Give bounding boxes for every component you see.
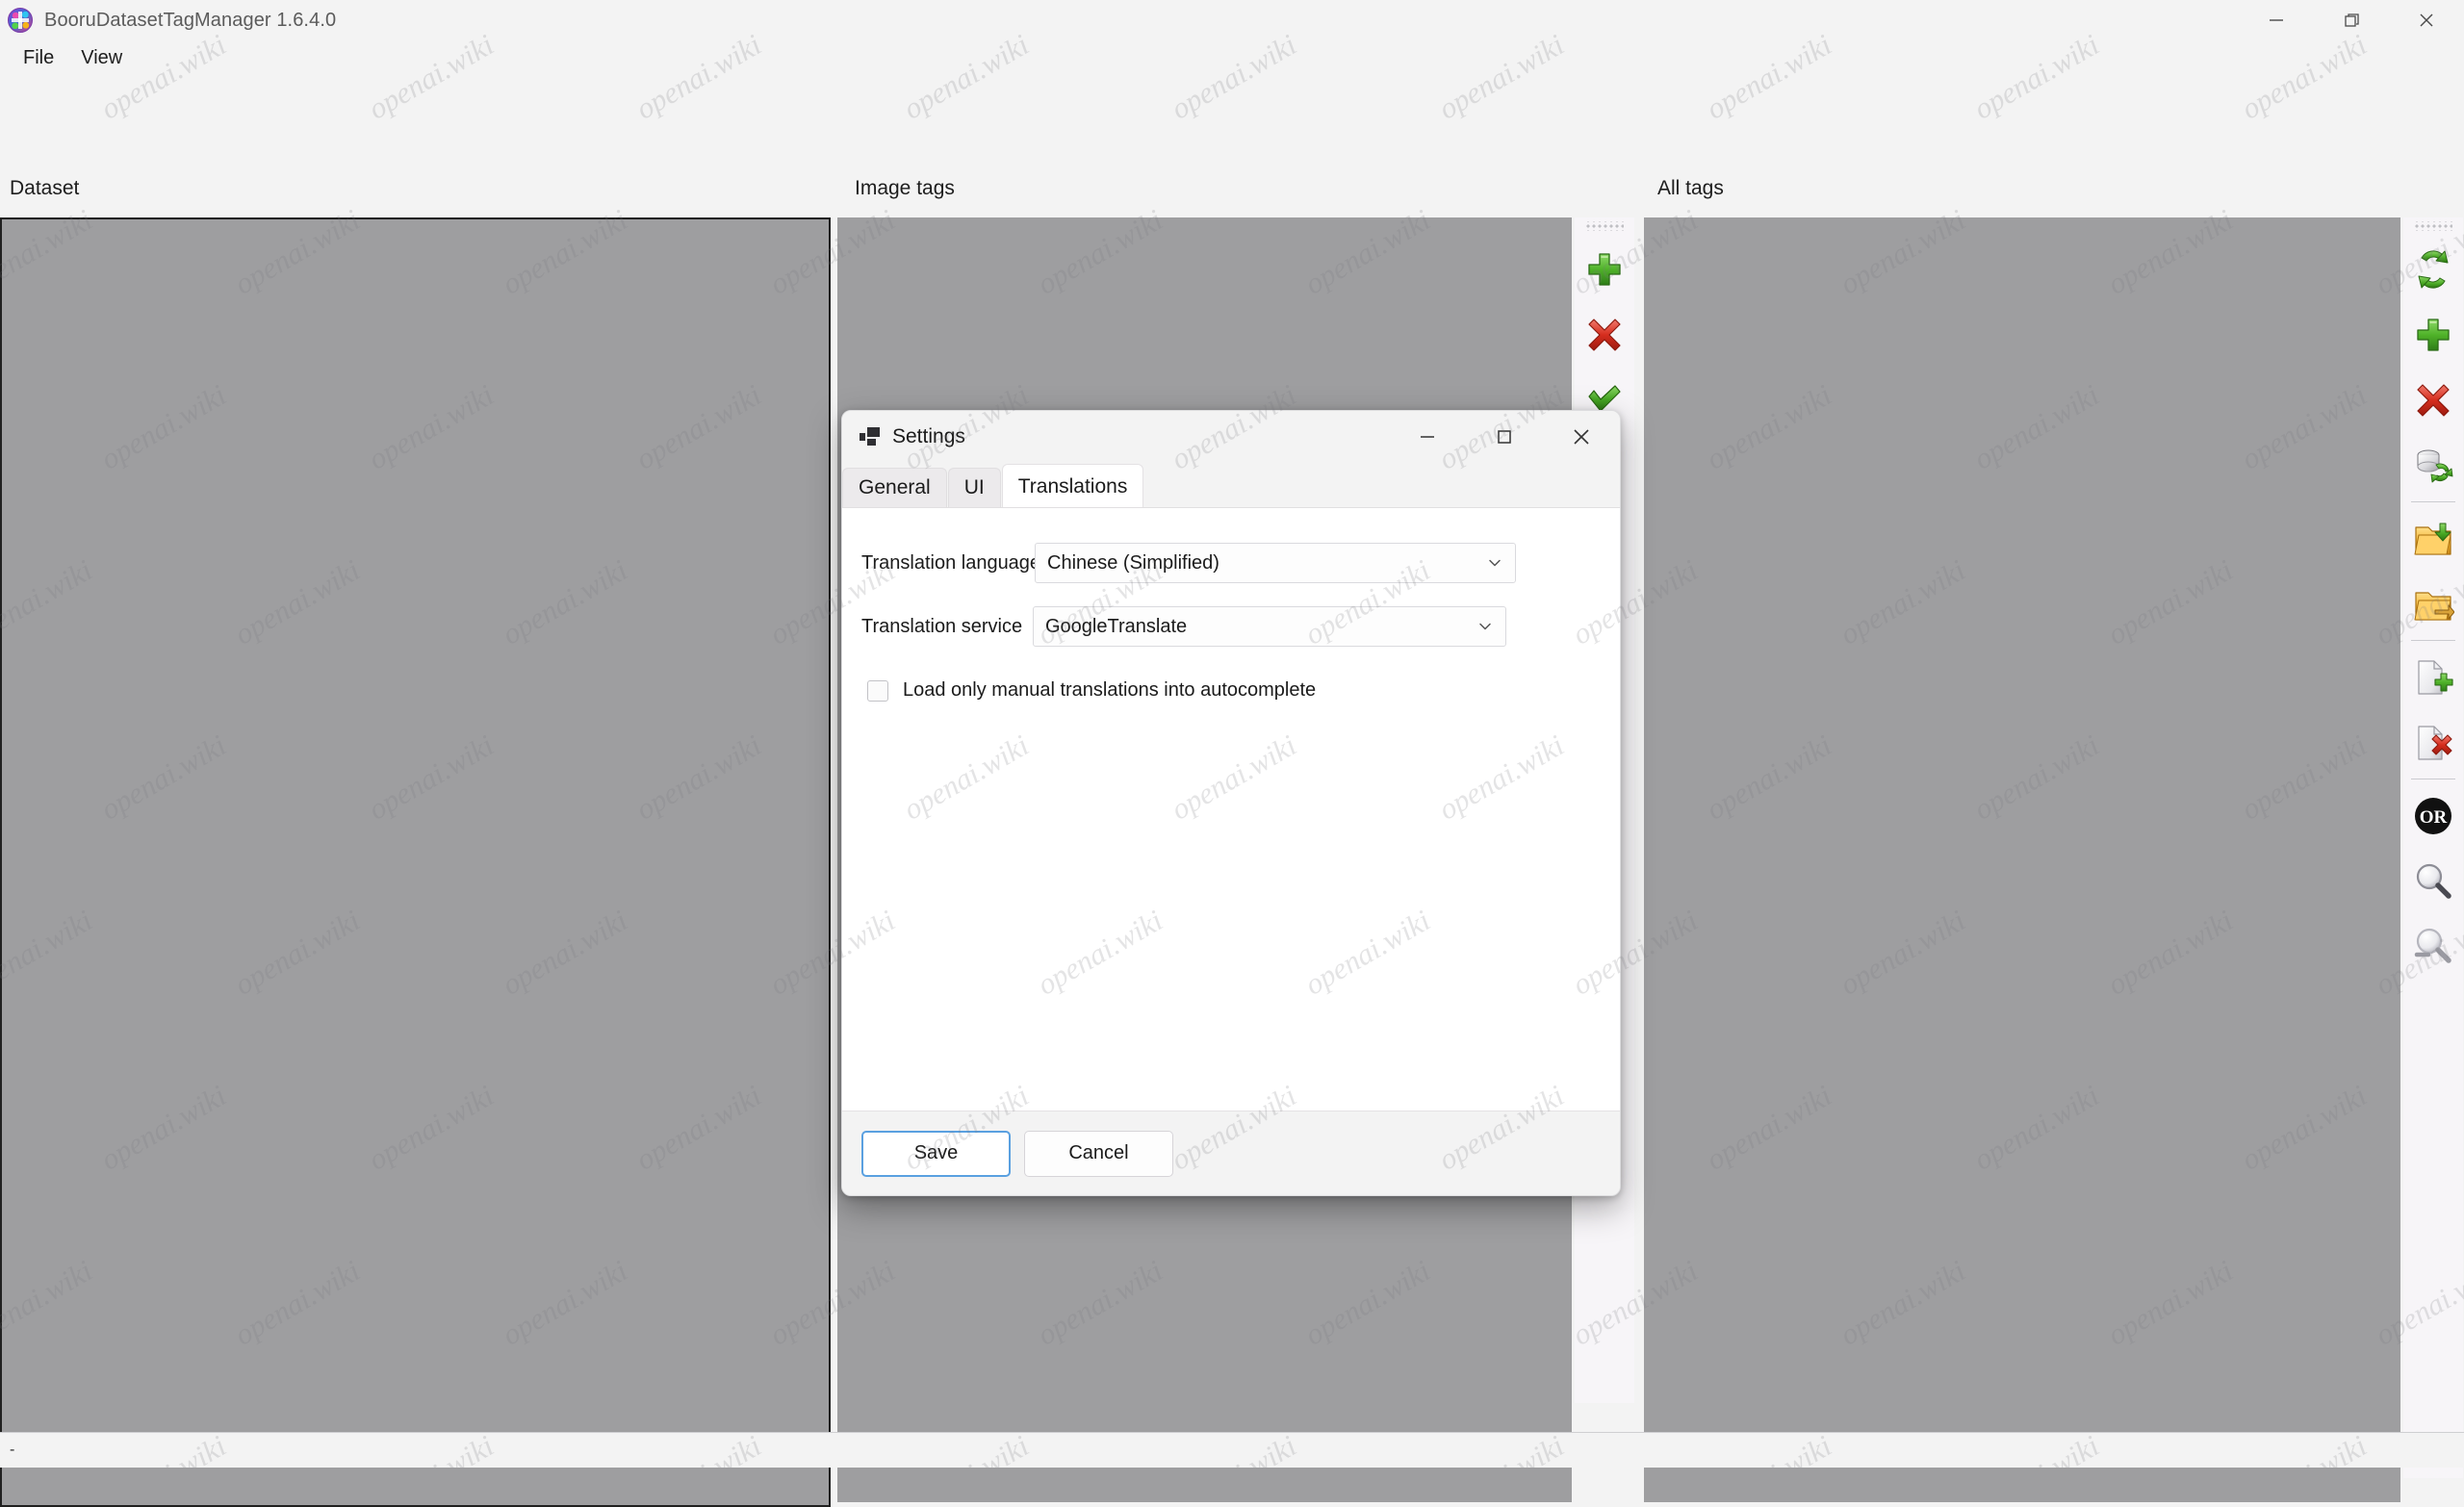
settings-maximize-button[interactable] [1466,411,1543,463]
settings-title-bar: Settings [842,411,1620,463]
red-cross-icon [2412,379,2454,421]
manual-translations-checkbox-row[interactable]: Load only manual translations into autoc… [842,679,1620,702]
translation-service-label: Translation service [861,616,1012,638]
export-tags-button[interactable] [2405,572,2461,637]
add-to-image-button[interactable] [2405,645,2461,710]
refresh-all-tags-button[interactable] [2405,237,2461,302]
svg-text:OR: OR [2420,807,2448,828]
menu-bar: File View [0,40,2464,75]
close-button[interactable] [2389,0,2464,40]
import-tags-button[interactable] [2405,506,2461,572]
green-plus-icon [2412,314,2454,356]
close-icon [1570,425,1593,448]
cancel-button[interactable]: Cancel [1024,1131,1173,1177]
pane-header-image-tags: Image tags [855,177,955,200]
translation-service-value: GoogleTranslate [1045,616,1187,638]
panes-container: Dataset Image tags All tags [0,75,2464,1468]
translation-service-row: Translation service GoogleTranslate [842,606,1620,647]
window-controls [2239,0,2464,40]
toolbar-separator [2411,501,2455,502]
chevron-down-icon [1486,554,1503,572]
manual-translations-checkbox[interactable] [867,680,888,702]
toolbar-grip[interactable] [2414,221,2452,231]
delete-tag-button[interactable] [1577,302,1632,368]
restore-icon [2341,10,2362,31]
toolbar-grip[interactable] [1585,221,1624,231]
status-text: - [10,1442,14,1459]
delete-tag-button[interactable] [2405,368,2461,433]
save-button[interactable]: Save [861,1131,1011,1177]
remove-from-image-button[interactable] [2405,710,2461,776]
magnifier-icon [2412,860,2454,903]
translation-language-value: Chinese (Simplified) [1047,552,1219,575]
reload-database-button[interactable] [2405,433,2461,498]
all-tags-toolbar: OR [2403,217,2463,1478]
minimize-button[interactable] [2239,0,2314,40]
folder-export-icon [2412,583,2454,626]
search-clear-button[interactable] [2405,914,2461,980]
toolbar-separator [2411,640,2455,641]
settings-dialog: Settings [841,410,1621,1196]
or-circle-icon: OR [2411,794,2455,838]
translation-service-select[interactable]: GoogleTranslate [1033,606,1506,647]
chevron-down-icon [1476,618,1494,635]
settings-window-icon [860,427,881,447]
magnifier-clear-icon [2412,926,2454,968]
manual-translations-checkbox-label: Load only manual translations into autoc… [903,679,1316,702]
menu-item-file[interactable]: File [10,44,67,71]
add-tag-button[interactable] [2405,302,2461,368]
status-bar: - [0,1432,2464,1468]
app-logo-icon [8,8,33,33]
pane-header-all-tags: All tags [1657,177,1724,200]
tab-translations[interactable]: Translations [1002,464,1144,507]
translation-language-select[interactable]: Chinese (Simplified) [1035,543,1516,583]
settings-title: Settings [892,425,965,448]
green-plus-icon [1583,248,1626,291]
settings-minimize-button[interactable] [1389,411,1466,463]
maximize-icon [1494,426,1515,447]
settings-window-controls [1389,411,1620,463]
minimize-icon [2266,10,2287,31]
title-bar: BooruDatasetTagManager 1.6.4.0 [0,0,2464,40]
add-tag-button[interactable] [1577,237,1632,302]
green-refresh-icon [2412,248,2454,291]
minimize-icon [1417,426,1438,447]
restore-button[interactable] [2314,0,2389,40]
application-window: BooruDatasetTagManager 1.6.4.0 [0,0,2464,1468]
app-title: BooruDatasetTagManager 1.6.4.0 [44,10,336,32]
or-filter-button[interactable]: OR [2405,783,2461,849]
pane-header-dataset: Dataset [10,177,79,200]
settings-tabs: General UI Translations [842,463,1620,507]
dataset-list-panel[interactable] [0,217,831,1507]
folder-import-icon [2412,518,2454,560]
close-icon [2416,10,2437,31]
settings-footer: Save Cancel [842,1111,1620,1195]
red-cross-icon [1583,314,1626,356]
search-button[interactable] [2405,849,2461,914]
translation-language-row: Translation language Chinese (Simplified… [842,543,1620,583]
database-refresh-icon [2412,445,2454,487]
tab-general[interactable]: General [842,468,947,507]
tab-ui[interactable]: UI [948,468,1001,507]
all-tags-list-panel[interactable] [1644,217,2400,1502]
settings-translations-panel: Translation language Chinese (Simplified… [842,507,1620,1111]
page-plus-icon [2412,656,2454,699]
settings-close-button[interactable] [1543,411,1620,463]
menu-item-view[interactable]: View [67,44,136,71]
page-delete-icon [2412,722,2454,764]
translation-language-label: Translation language [861,552,1027,575]
